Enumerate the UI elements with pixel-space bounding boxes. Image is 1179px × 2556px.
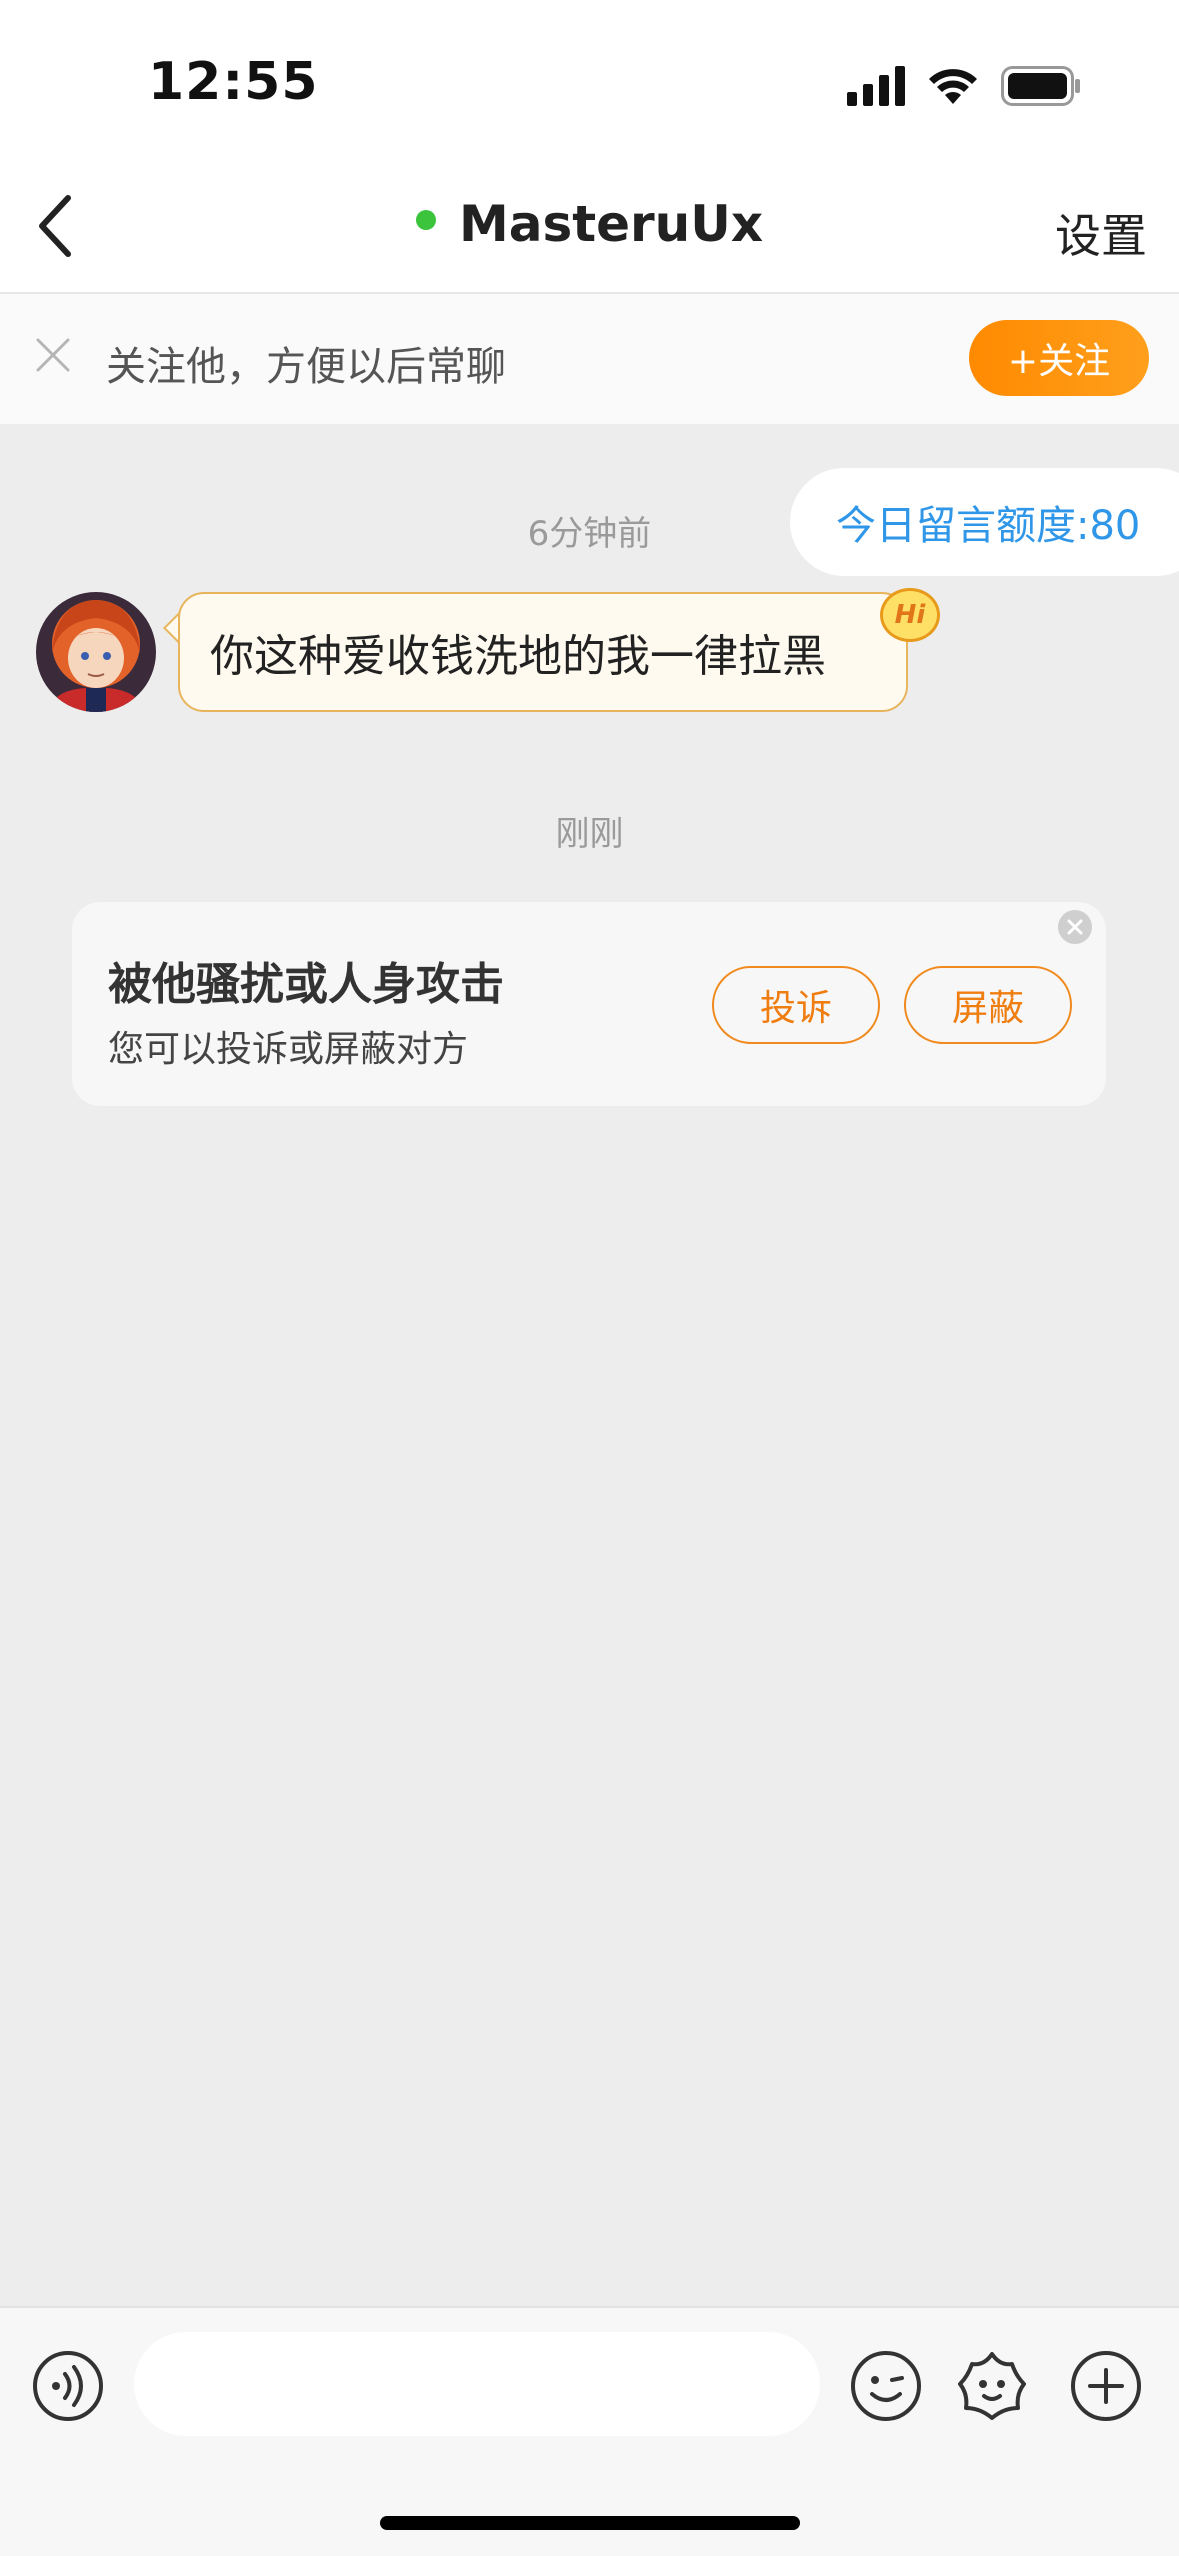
follow-button[interactable]: +关注 [969, 320, 1149, 396]
battery-icon [1001, 66, 1080, 106]
time-divider: 刚刚 [555, 814, 624, 854]
report-card-title: 被他骚扰或人身攻击 [108, 959, 504, 1010]
block-button[interactable]: 屏蔽 [904, 966, 1072, 1044]
harassment-report-card: 被他骚扰或人身攻击 您可以投诉或屏蔽对方 投诉 屏蔽 [72, 902, 1106, 1106]
message-text: 你这种爱收钱洗地的我一律拉黑 [210, 631, 826, 682]
wifi-icon [929, 69, 977, 104]
emoji-button[interactable] [848, 2348, 924, 2424]
hi-badge: Hi [880, 588, 940, 642]
sticker-button[interactable] [954, 2348, 1030, 2424]
message-input[interactable] [134, 2332, 820, 2436]
close-card-button[interactable] [1058, 910, 1092, 944]
message-bubble[interactable]: 你这种爱收钱洗地的我一律拉黑 [178, 592, 908, 712]
close-banner-button[interactable] [32, 334, 74, 376]
close-icon [36, 338, 70, 372]
report-card-subtitle: 您可以投诉或屏蔽对方 [108, 1029, 469, 1070]
sticker-icon [958, 2352, 1026, 2420]
nav-title-wrap: MasteruUx [0, 195, 1179, 253]
avatar[interactable] [36, 592, 156, 712]
plus-circle-icon [1071, 2351, 1141, 2421]
home-indicator [380, 2516, 800, 2530]
follow-banner: 关注他，方便以后常聊 +关注 [0, 294, 1179, 424]
emoji-icon [851, 2351, 921, 2421]
online-status-dot [415, 210, 436, 230]
signal-icon [847, 66, 905, 106]
top-bar: 12:55 MasteruUx 设置 [0, 0, 1179, 292]
chat-screen: 12:55 MasteruUx 设置 关注他，方便以后常聊 +关注 今日留言额度… [0, 0, 1179, 2556]
close-icon [1067, 919, 1083, 935]
voice-button[interactable] [30, 2348, 106, 2424]
status-time: 12:55 [148, 52, 319, 112]
voice-icon [33, 2351, 103, 2421]
complain-button[interactable]: 投诉 [712, 966, 880, 1044]
more-button[interactable] [1068, 2348, 1144, 2424]
user-avatar-image [36, 592, 156, 712]
status-icons [847, 64, 1081, 108]
follow-prompt-text: 关注他，方便以后常聊 [106, 344, 506, 390]
time-divider: 6分钟前 [527, 514, 652, 554]
page-title: MasteruUx [458, 195, 764, 253]
settings-button[interactable]: 设置 [1055, 200, 1147, 266]
